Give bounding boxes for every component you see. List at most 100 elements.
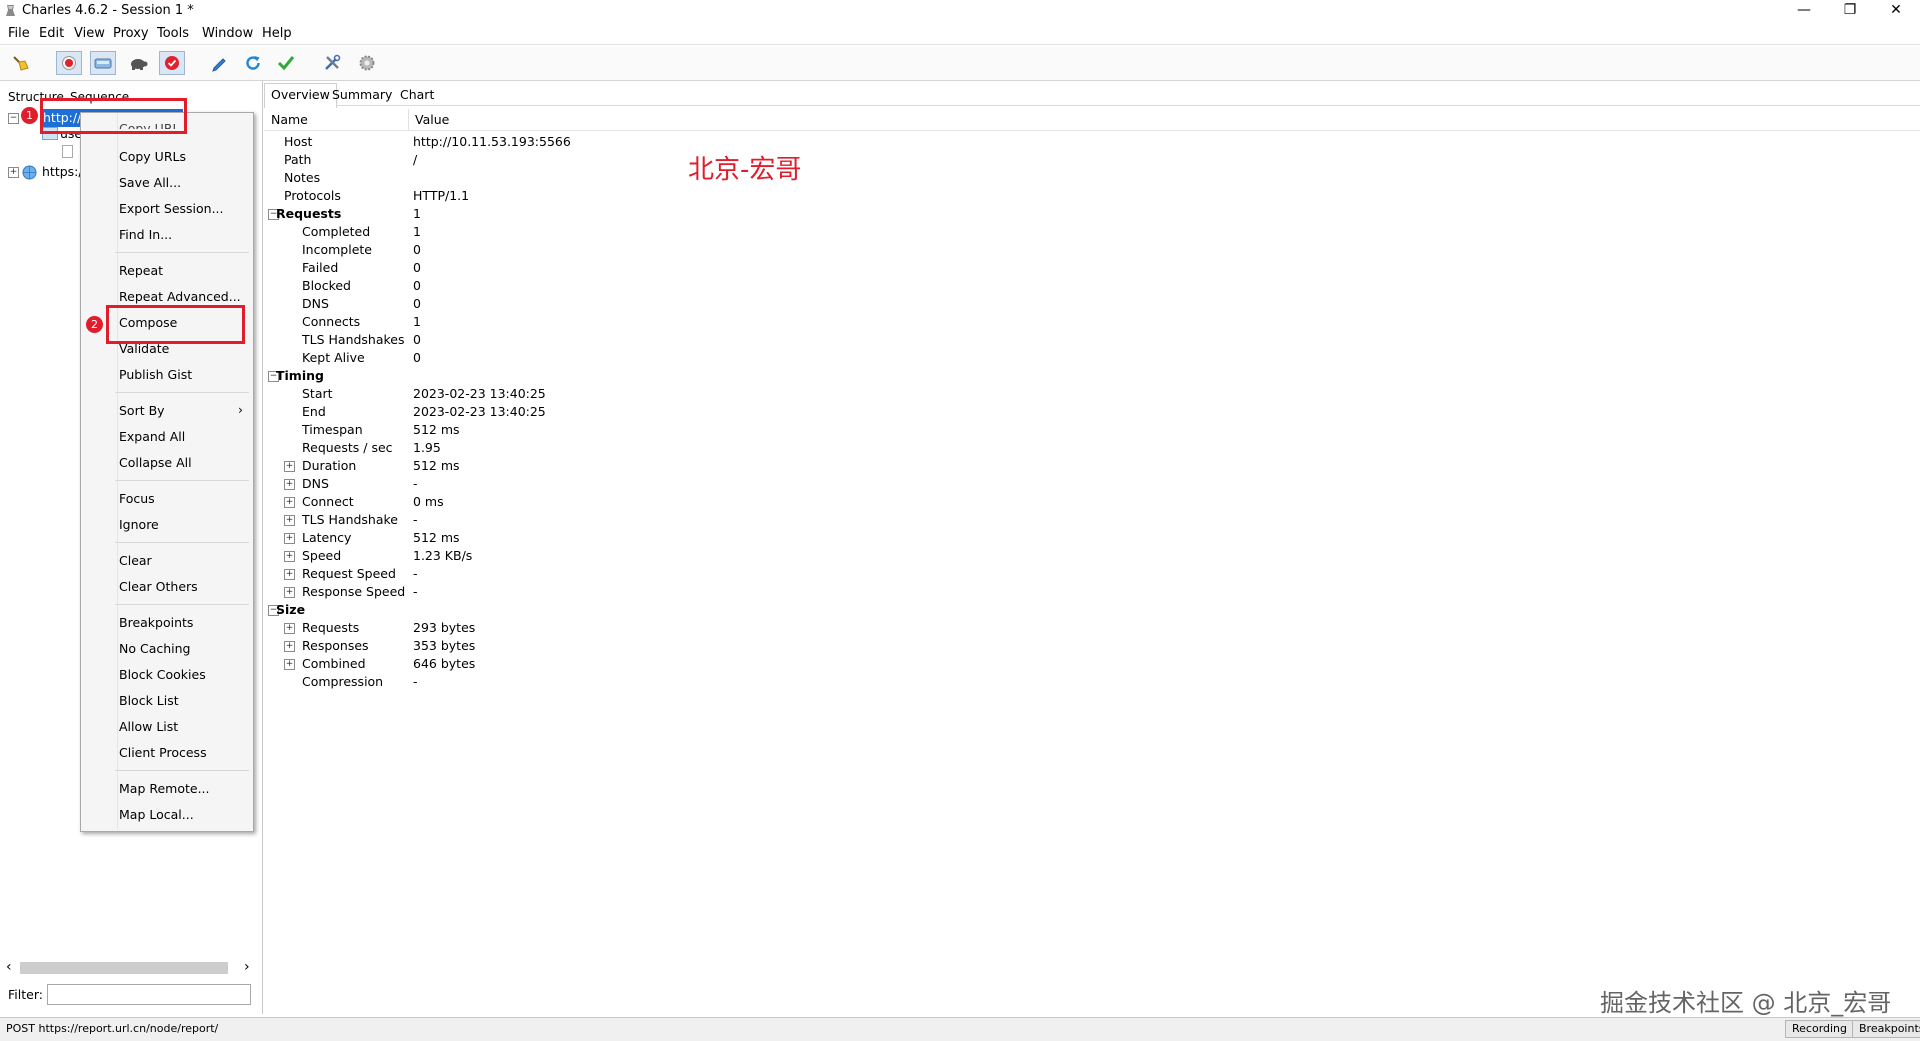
filter-input[interactable] bbox=[47, 984, 251, 1005]
table-row[interactable]: + Speed 1.23 KB/s bbox=[264, 547, 1920, 565]
table-row[interactable]: + Latency 512 ms bbox=[264, 529, 1920, 547]
menu-clear-others[interactable]: Clear Others bbox=[119, 577, 198, 597]
menu-no-caching[interactable]: No Caching bbox=[119, 639, 190, 659]
row-expander[interactable]: + bbox=[284, 623, 295, 634]
restore-button[interactable]: ❐ bbox=[1827, 0, 1873, 22]
horizontal-scrollbar-thumb[interactable] bbox=[20, 962, 228, 974]
menu-find-in[interactable]: Find In... bbox=[119, 225, 172, 245]
breakpoint-icon[interactable] bbox=[159, 51, 185, 75]
table-row[interactable]: Compression - bbox=[264, 673, 1920, 691]
menu-sort-by[interactable]: Sort By bbox=[119, 401, 165, 421]
row-name: Connects bbox=[302, 314, 361, 329]
table-row[interactable]: − Timing bbox=[264, 367, 1920, 385]
menu-expand-all[interactable]: Expand All bbox=[119, 427, 185, 447]
minimize-button[interactable]: — bbox=[1781, 0, 1827, 22]
scroll-left-arrow[interactable]: ‹ bbox=[6, 959, 12, 975]
menu-file[interactable]: File bbox=[8, 26, 30, 41]
menu-edit[interactable]: Edit bbox=[39, 26, 64, 41]
menu-help[interactable]: Help bbox=[262, 26, 292, 41]
settings-icon[interactable] bbox=[354, 51, 380, 75]
table-row[interactable]: Requests / sec 1.95 bbox=[264, 439, 1920, 457]
scroll-right-arrow[interactable]: › bbox=[244, 959, 250, 975]
tree-expander[interactable]: − bbox=[8, 113, 19, 124]
menu-breakpoints[interactable]: Breakpoints bbox=[119, 613, 193, 633]
table-row[interactable]: Kept Alive 0 bbox=[264, 349, 1920, 367]
refresh-icon[interactable] bbox=[240, 51, 266, 75]
table-row[interactable]: + DNS - bbox=[264, 475, 1920, 493]
throttle-icon[interactable] bbox=[90, 51, 116, 75]
menu-collapse-all[interactable]: Collapse All bbox=[119, 453, 192, 473]
menu-tools[interactable]: Tools bbox=[157, 26, 189, 41]
row-expander[interactable]: + bbox=[284, 515, 295, 526]
menu-proxy[interactable]: Proxy bbox=[113, 26, 149, 41]
table-row[interactable]: + Requests 293 bytes bbox=[264, 619, 1920, 637]
table-row[interactable]: End 2023-02-23 13:40:25 bbox=[264, 403, 1920, 421]
broom-icon[interactable] bbox=[8, 51, 34, 75]
menu-block-cookies[interactable]: Block Cookies bbox=[119, 665, 206, 685]
filter-label: Filter: bbox=[8, 987, 43, 1002]
table-row[interactable]: Notes bbox=[264, 169, 1920, 187]
tab-chart[interactable]: Chart bbox=[400, 87, 434, 102]
table-row[interactable]: + Response Speed - bbox=[264, 583, 1920, 601]
record-icon[interactable] bbox=[56, 51, 82, 75]
pen-icon[interactable] bbox=[206, 51, 232, 75]
table-row[interactable]: + TLS Handshake - bbox=[264, 511, 1920, 529]
tree-https-partial[interactable]: https:/ bbox=[42, 164, 83, 179]
menu-block-list[interactable]: Block List bbox=[119, 691, 179, 711]
menu-publish-gist[interactable]: Publish Gist bbox=[119, 365, 192, 385]
menu-allow-list[interactable]: Allow List bbox=[119, 717, 178, 737]
row-expander[interactable]: + bbox=[284, 497, 295, 508]
row-expander[interactable]: + bbox=[284, 641, 295, 652]
table-row[interactable]: Timespan 512 ms bbox=[264, 421, 1920, 439]
row-expander[interactable]: + bbox=[284, 533, 295, 544]
menu-export-session[interactable]: Export Session... bbox=[119, 199, 224, 219]
table-row[interactable]: + Combined 646 bytes bbox=[264, 655, 1920, 673]
table-row[interactable]: − Size bbox=[264, 601, 1920, 619]
table-row[interactable]: + Request Speed - bbox=[264, 565, 1920, 583]
breakpoints-button[interactable]: Breakpoints bbox=[1852, 1020, 1920, 1038]
menu-ignore[interactable]: Ignore bbox=[119, 515, 159, 535]
menu-copy-urls[interactable]: Copy URLs bbox=[119, 147, 186, 167]
table-row[interactable]: + Responses 353 bytes bbox=[264, 637, 1920, 655]
table-row[interactable]: Connects 1 bbox=[264, 313, 1920, 331]
header-name[interactable]: Name bbox=[271, 112, 308, 127]
row-expander[interactable]: + bbox=[284, 587, 295, 598]
tree-expander-https[interactable]: + bbox=[8, 167, 19, 178]
table-row[interactable]: Start 2023-02-23 13:40:25 bbox=[264, 385, 1920, 403]
menu-view[interactable]: View bbox=[74, 26, 105, 41]
table-row[interactable]: Protocols HTTP/1.1 bbox=[264, 187, 1920, 205]
table-row[interactable]: Completed 1 bbox=[264, 223, 1920, 241]
tools-icon[interactable] bbox=[319, 51, 345, 75]
table-row[interactable]: Failed 0 bbox=[264, 259, 1920, 277]
row-expander[interactable]: + bbox=[284, 461, 295, 472]
row-expander[interactable]: + bbox=[284, 569, 295, 580]
table-row[interactable]: Incomplete 0 bbox=[264, 241, 1920, 259]
turtle-icon[interactable] bbox=[125, 51, 151, 75]
table-row[interactable]: Path / bbox=[264, 151, 1920, 169]
table-row[interactable]: − Requests 1 bbox=[264, 205, 1920, 223]
table-row[interactable]: DNS 0 bbox=[264, 295, 1920, 313]
row-expander[interactable]: + bbox=[284, 659, 295, 670]
table-row[interactable]: + Connect 0 ms bbox=[264, 493, 1920, 511]
row-expander[interactable]: + bbox=[284, 479, 295, 490]
menu-clear[interactable]: Clear bbox=[119, 551, 152, 571]
menu-focus[interactable]: Focus bbox=[119, 489, 155, 509]
menu-map-local[interactable]: Map Local... bbox=[119, 805, 194, 825]
menu-repeat[interactable]: Repeat bbox=[119, 261, 163, 281]
check-icon[interactable] bbox=[273, 51, 299, 75]
row-expander[interactable]: + bbox=[284, 551, 295, 562]
table-row[interactable]: + Duration 512 ms bbox=[264, 457, 1920, 475]
close-window-button[interactable]: ✕ bbox=[1873, 0, 1919, 22]
table-row[interactable]: Blocked 0 bbox=[264, 277, 1920, 295]
table-row[interactable]: Host http://10.11.53.193:5566 bbox=[264, 133, 1920, 151]
menu-client-process[interactable]: Client Process bbox=[119, 743, 207, 763]
header-value[interactable]: Value bbox=[415, 112, 449, 127]
tab-summary[interactable]: Summary bbox=[332, 87, 392, 102]
menu-repeat-advanced[interactable]: Repeat Advanced... bbox=[119, 287, 241, 307]
recording-button[interactable]: Recording bbox=[1785, 1020, 1855, 1038]
menu-map-remote[interactable]: Map Remote... bbox=[119, 779, 210, 799]
menu-window[interactable]: Window bbox=[202, 26, 253, 41]
table-row[interactable]: TLS Handshakes 0 bbox=[264, 331, 1920, 349]
menu-save-all[interactable]: Save All... bbox=[119, 173, 181, 193]
tab-overview[interactable]: Overview bbox=[264, 83, 337, 108]
